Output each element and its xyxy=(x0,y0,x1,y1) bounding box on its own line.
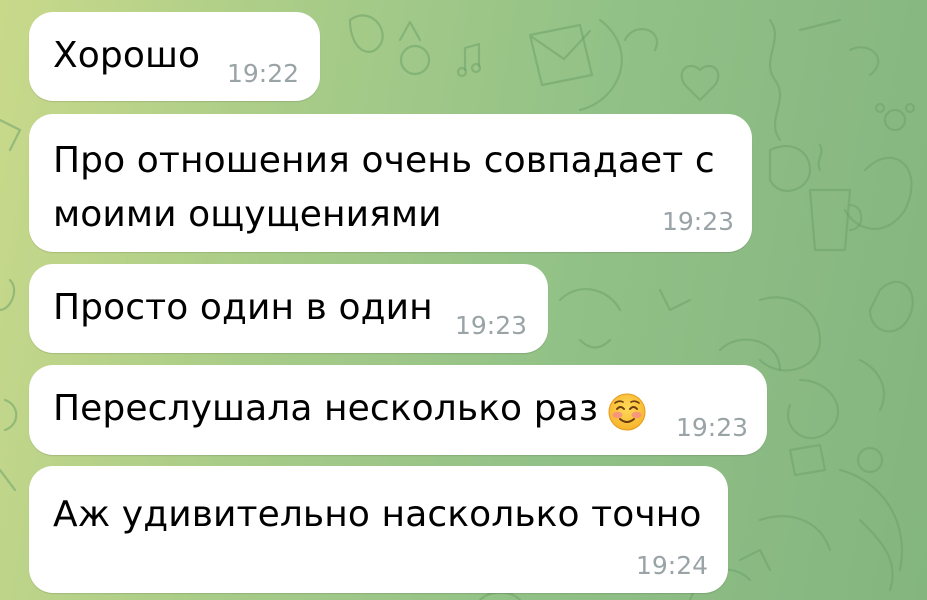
message-text: Просто один в один xyxy=(53,287,433,328)
message-timestamp: 19:23 xyxy=(676,413,749,442)
message-text: Аж удивительно насколько точно xyxy=(53,494,702,535)
message-timestamp: 19:24 xyxy=(636,551,709,580)
message-timestamp: 19:23 xyxy=(455,311,528,340)
message-text: Переслушала несколько раз xyxy=(53,388,599,429)
message-bubble[interactable]: Хорошо 19:22 xyxy=(29,12,320,101)
message-text: Про отношения очень совпадает с моими ощ… xyxy=(53,140,715,235)
message-bubble[interactable]: Переслушала несколько раз 19:23 xyxy=(29,365,767,455)
message-text: Хорошо xyxy=(53,35,201,76)
smiling-face-with-blush-icon xyxy=(608,393,646,431)
message-timestamp: 19:23 xyxy=(662,207,735,236)
message-bubble[interactable]: Про отношения очень совпадает с моими ощ… xyxy=(29,114,752,252)
message-timestamp: 19:22 xyxy=(227,59,300,88)
message-bubble[interactable]: Просто один в один 19:23 xyxy=(29,264,548,353)
message-bubble[interactable]: Аж удивительно насколько точно 19:24 xyxy=(29,466,728,593)
